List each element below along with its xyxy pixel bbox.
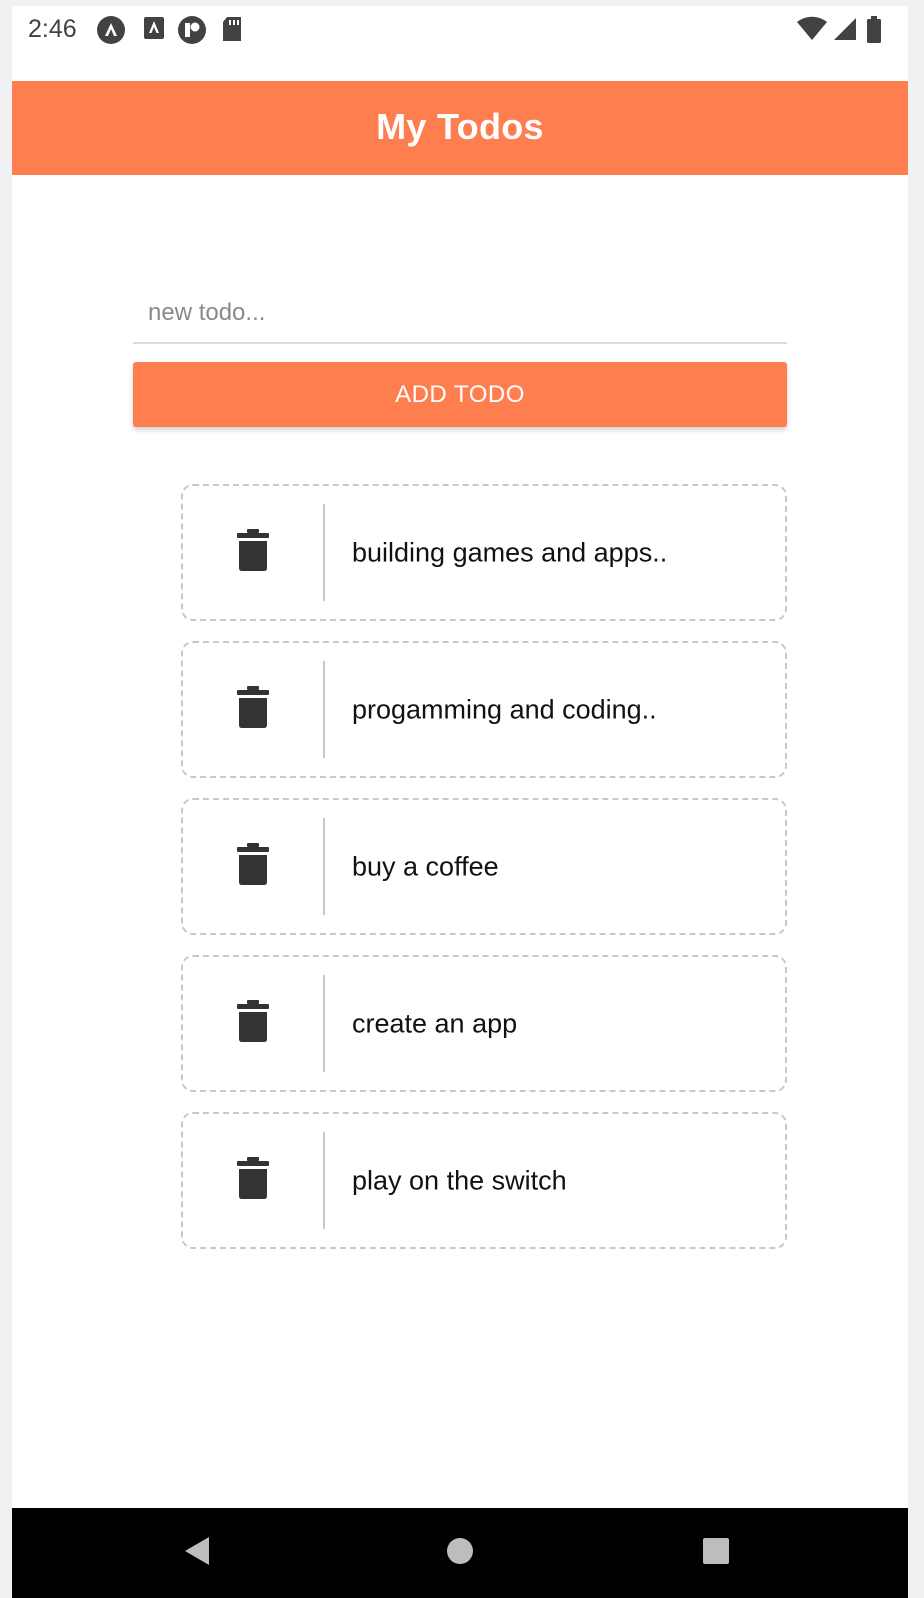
trash-icon [236, 686, 270, 733]
todo-item: play on the switch [181, 1112, 787, 1249]
signal-icon [832, 16, 858, 47]
delete-todo-button[interactable] [183, 800, 323, 933]
accessibility-icon [143, 15, 165, 46]
todo-text: building games and apps.. [352, 537, 668, 567]
nav-home-button[interactable] [439, 1532, 481, 1574]
todo-text: play on the switch [352, 1165, 567, 1195]
item-divider [323, 1132, 325, 1229]
delete-todo-button[interactable] [183, 486, 323, 619]
nav-back-button[interactable] [176, 1532, 218, 1574]
status-bar: 2:46 [12, 6, 908, 80]
trash-icon [236, 1000, 270, 1047]
todo-text: buy a coffee [352, 851, 499, 881]
page-title: My Todos [376, 106, 544, 147]
todo-item: building games and apps.. [181, 484, 787, 621]
status-right-icons [796, 16, 896, 46]
battery-icon [866, 16, 882, 49]
trash-icon [236, 843, 270, 890]
app-notification-icon [177, 15, 207, 50]
item-divider [323, 975, 325, 1072]
add-todo-button[interactable]: ADD TODO [133, 362, 787, 427]
delete-todo-button[interactable] [183, 1114, 323, 1247]
status-time: 2:46 [28, 15, 77, 43]
navigation-bar [12, 1508, 908, 1598]
todo-text: create an app [352, 1008, 518, 1038]
app-screen: 2:46 My Todos new todo... ADD TODO build… [12, 6, 908, 1598]
delete-todo-button[interactable] [183, 643, 323, 776]
nav-recents-button[interactable] [695, 1532, 737, 1574]
recents-icon [702, 1537, 730, 1570]
todo-item: progamming and coding.. [181, 641, 787, 778]
delete-todo-button[interactable] [183, 957, 323, 1090]
item-divider [323, 661, 325, 758]
sd-card-icon [221, 15, 243, 48]
app-header: My Todos [12, 81, 908, 175]
notification-a-icon [96, 15, 126, 50]
back-icon [183, 1535, 211, 1572]
wifi-icon [796, 16, 828, 47]
new-todo-input[interactable] [133, 284, 787, 344]
todo-text: progamming and coding.. [352, 694, 657, 724]
todo-list: building games and apps.. progamming and… [181, 484, 787, 1269]
todo-item: create an app [181, 955, 787, 1092]
item-divider [323, 818, 325, 915]
home-icon [446, 1537, 474, 1570]
trash-icon [236, 529, 270, 576]
todo-item: buy a coffee [181, 798, 787, 935]
item-divider [323, 504, 325, 601]
trash-icon [236, 1157, 270, 1204]
